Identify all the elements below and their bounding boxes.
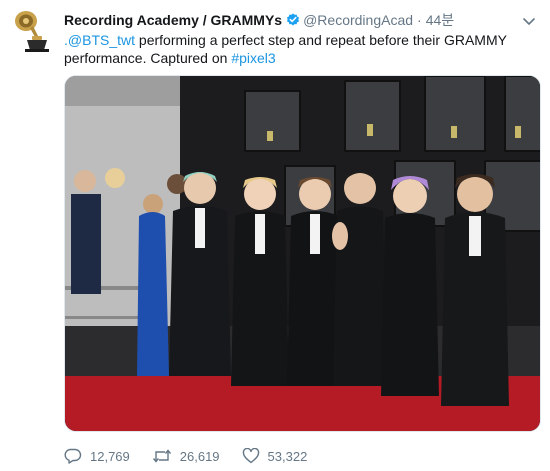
mention-link[interactable]: .@BTS_twt [64,32,135,48]
reply-button[interactable]: 12,769 [64,448,130,464]
chevron-down-icon[interactable] [522,14,536,26]
retweet-count: 26,619 [179,448,220,464]
reply-icon [64,448,82,464]
reply-count: 12,769 [90,448,130,464]
tweet-header: Recording Academy / GRAMMYs @RecordingAc… [64,11,454,29]
like-button[interactable]: 53,322 [242,448,308,464]
retweet-button[interactable]: 26,619 [152,448,220,464]
author-name[interactable]: Recording Academy / GRAMMYs [64,12,282,28]
verified-badge-icon [286,13,300,27]
hashtag-link[interactable]: #pixel3 [231,50,275,66]
tweet-text: .@BTS_twt performing a perfect step and … [64,31,534,67]
photo-illustration [65,76,540,431]
tweet-timestamp[interactable]: 44분 [426,10,454,30]
grammy-gramophone-icon[interactable] [13,10,51,52]
tweet-card[interactable]: Recording Academy / GRAMMYs @RecordingAc… [0,0,550,471]
retweet-icon [152,449,171,463]
header-separator: · [417,12,422,28]
like-count: 53,322 [267,448,308,464]
heart-icon [242,448,259,464]
tweet-actions: 12,769 26,619 53,322 [64,446,329,466]
author-handle[interactable]: @RecordingAcad [303,12,413,28]
tweet-photo[interactable] [64,75,541,432]
